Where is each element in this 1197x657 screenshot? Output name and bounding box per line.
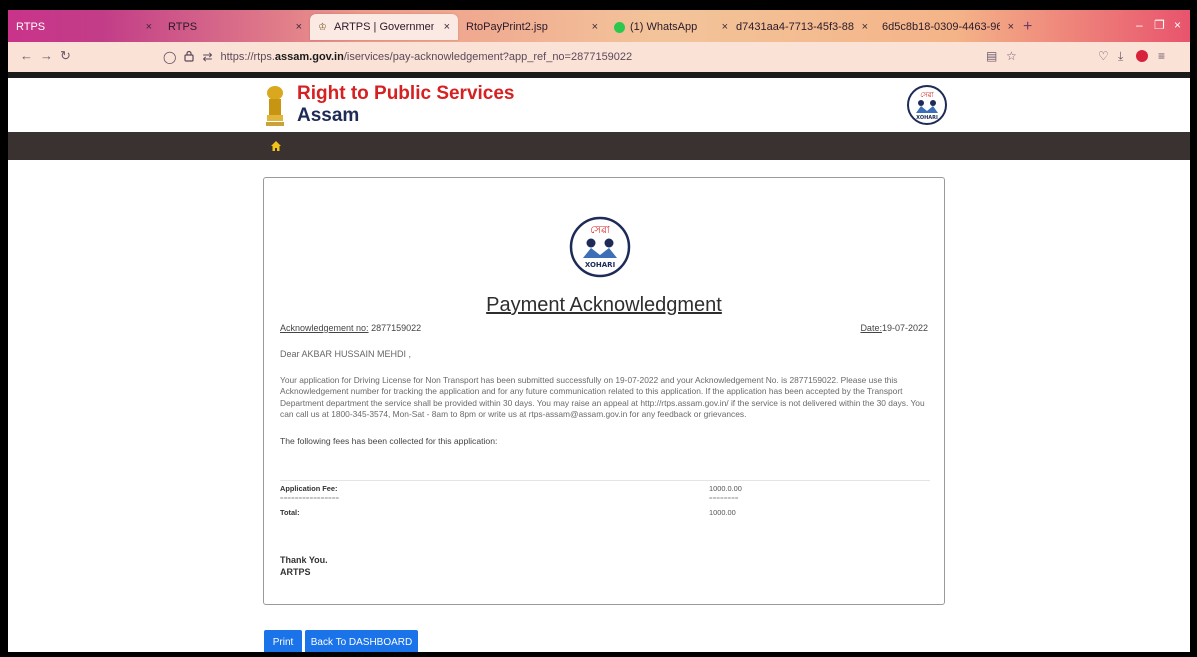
browser-window: RTPS × RTPS × ♔ ARTPS | Government of A … bbox=[8, 10, 1190, 652]
tab-label: RTPS bbox=[16, 21, 46, 33]
fees-intro: The following fees has been collected fo… bbox=[280, 436, 498, 446]
minimize-icon[interactable]: – bbox=[1136, 18, 1143, 32]
site-subtitle: Assam bbox=[297, 105, 360, 126]
svg-text:সেৱা: সেৱা bbox=[920, 91, 935, 99]
url-prefix: https://rtps. bbox=[220, 51, 275, 63]
new-tab-icon[interactable]: + bbox=[1023, 18, 1032, 36]
url-path: /iservices/pay-acknowledgement?app_ref_n… bbox=[343, 51, 633, 63]
tab-label: d7431aa4-7713-45f3-8865- bbox=[736, 21, 854, 33]
tab-rtps-2[interactable]: RTPS × bbox=[160, 14, 310, 40]
back-to-dashboard-button[interactable]: Back To DASHBOARD bbox=[305, 630, 418, 652]
tab-blob-2[interactable]: 6d5c8b18-0309-4463-964b- × bbox=[874, 14, 1022, 40]
reload-icon[interactable]: ↻ bbox=[60, 48, 71, 64]
site-header: Right to Public Services Assam সেৱা XOHA… bbox=[8, 78, 1190, 132]
download-icon[interactable]: ⤓ bbox=[1118, 49, 1123, 64]
fee-separator: ======== bbox=[709, 496, 739, 502]
date-value: 19-07-2022 bbox=[881, 323, 928, 333]
acknowledgement-card: সেৱা XOHARI Payment Acknowledgment Ackno… bbox=[263, 177, 945, 605]
ack-label: Acknowledgement no: bbox=[280, 323, 369, 333]
main-navbar bbox=[8, 132, 1190, 160]
total-value: 1000.00 bbox=[709, 508, 736, 517]
greeting: Dear AKBAR HUSSAIN MEHDI , bbox=[280, 349, 412, 359]
whatsapp-icon bbox=[614, 21, 625, 33]
fee-divider bbox=[280, 480, 930, 481]
application-fee-label: Application Fee: bbox=[280, 484, 338, 493]
xohari-logo: সেৱা XOHARI bbox=[907, 85, 947, 125]
nav-toolbar: ← → ↻ ◯ ⇄ https://rtps. assam.gov.in/iser… bbox=[8, 42, 1190, 72]
tab-blob-1[interactable]: d7431aa4-7713-45f3-8865- × bbox=[728, 14, 876, 40]
close-tab-icon[interactable]: × bbox=[296, 21, 302, 33]
thanks-text: Thank You. bbox=[280, 555, 328, 565]
web-page: Right to Public Services Assam সেৱা XOHA… bbox=[8, 78, 1190, 652]
close-tab-icon[interactable]: × bbox=[862, 21, 868, 33]
signature-text: ARTPS bbox=[280, 567, 311, 577]
close-tab-icon[interactable]: × bbox=[1008, 21, 1014, 33]
receipt-body: Your application for Driving License for… bbox=[280, 375, 925, 420]
back-icon[interactable]: ← bbox=[20, 48, 33, 63]
tab-strip: RTPS × RTPS × ♔ ARTPS | Government of A … bbox=[8, 10, 1190, 42]
close-tab-icon[interactable]: × bbox=[592, 21, 598, 33]
emblem-favicon-icon: ♔ bbox=[318, 21, 327, 33]
close-tab-icon[interactable]: × bbox=[444, 21, 450, 33]
application-fee-value: 1000.0.00 bbox=[709, 484, 742, 493]
acknowledgement-date: Date:19-07-2022 bbox=[860, 323, 928, 333]
menu-icon[interactable]: ≡ bbox=[1158, 49, 1165, 63]
shield-icon: ◯ bbox=[163, 50, 177, 64]
close-window-icon[interactable]: × bbox=[1174, 18, 1181, 32]
tab-artps[interactable]: ♔ ARTPS | Government of A × bbox=[310, 14, 458, 40]
maximize-icon[interactable]: ❐ bbox=[1154, 18, 1165, 32]
tab-label: RTPS bbox=[168, 21, 198, 33]
xohari-logo-text: XOHARI bbox=[585, 261, 615, 269]
date-label: Date: bbox=[860, 323, 882, 333]
url-bar[interactable]: ◯ ⇄ https://rtps. assam.gov.in/iservices/… bbox=[163, 47, 1023, 67]
tab-label: RtoPayPrint2.jsp bbox=[466, 21, 548, 33]
pocket-icon[interactable]: ♡ bbox=[1098, 49, 1109, 63]
tab-label: (1) WhatsApp bbox=[630, 21, 698, 33]
tab-whatsapp[interactable]: (1) WhatsApp × bbox=[606, 14, 736, 40]
permissions-icon[interactable]: ⇄ bbox=[202, 50, 212, 64]
ack-value: 2877159022 bbox=[368, 323, 422, 333]
reader-view-icon[interactable]: ▤ bbox=[986, 49, 997, 63]
url-host: assam.gov.in bbox=[274, 51, 344, 63]
fee-separator: ================ bbox=[280, 496, 340, 502]
close-tab-icon[interactable]: × bbox=[146, 21, 152, 33]
lock-icon bbox=[184, 50, 195, 65]
total-label: Total: bbox=[280, 508, 300, 517]
tab-label: 6d5c8b18-0309-4463-964b- bbox=[882, 21, 1000, 33]
print-button[interactable]: Print bbox=[264, 630, 302, 652]
adblock-extension-icon[interactable] bbox=[1136, 50, 1148, 62]
acknowledgement-number: Acknowledgement no: 2877159022 bbox=[280, 323, 421, 333]
xohari-logo: সেৱা XOHARI bbox=[569, 216, 631, 278]
site-title: Right to Public Services bbox=[297, 83, 515, 104]
receipt-title: Payment Acknowledgment bbox=[486, 294, 722, 316]
forward-icon[interactable]: → bbox=[40, 48, 53, 63]
svg-text:সেৱা: সেৱা bbox=[590, 225, 611, 236]
bookmark-star-icon[interactable]: ☆ bbox=[1006, 49, 1017, 63]
home-icon[interactable] bbox=[270, 140, 282, 152]
closing: Thank You. ARTPS bbox=[280, 554, 328, 578]
tab-label: ARTPS | Government of A bbox=[334, 21, 434, 33]
tab-rtopayprint[interactable]: RtoPayPrint2.jsp × bbox=[458, 14, 606, 40]
tab-rtps-1[interactable]: RTPS × bbox=[8, 14, 160, 40]
xohari-logo-text: XOHARI bbox=[916, 115, 938, 121]
state-emblem-icon bbox=[266, 86, 284, 126]
